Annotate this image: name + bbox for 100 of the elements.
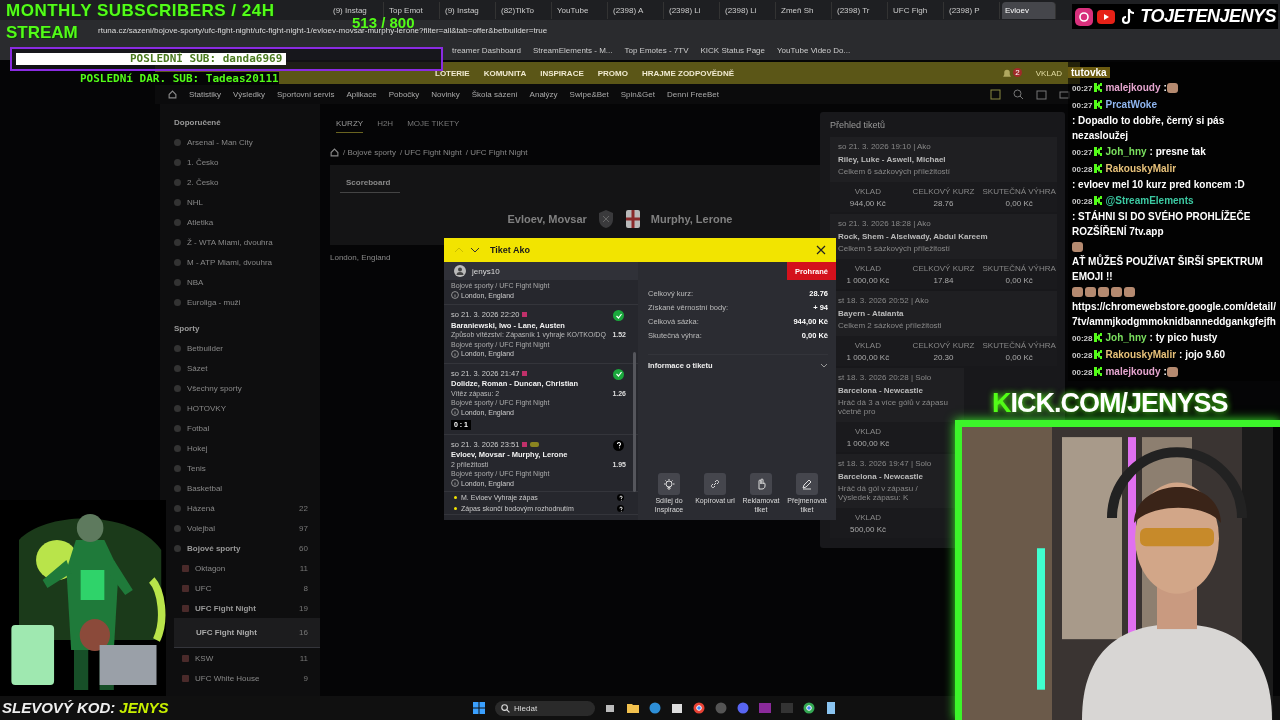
sidebar-item[interactable]: UFC 8 xyxy=(174,578,320,598)
browser-icon[interactable] xyxy=(649,702,661,714)
sidebar-item[interactable]: M - ATP Miami, dvouhra xyxy=(174,252,320,272)
chat-username[interactable]: RakouskyMalir xyxy=(1105,163,1177,174)
message-link[interactable]: https://chromewebstore.google.com/detail/7tv/ammjkodgmmoknidbanneddgankgfejfh xyxy=(1072,299,1277,329)
subnav-link[interactable]: Novinky xyxy=(431,89,460,99)
home-icon[interactable] xyxy=(330,147,339,157)
subnav-link[interactable]: Aplikace xyxy=(346,89,377,99)
sidebar-item[interactable]: Tenis xyxy=(174,458,320,478)
sidebar-item[interactable]: UFC White House 9 xyxy=(174,668,320,688)
nav-link[interactable]: LOTERIE xyxy=(435,68,470,78)
browser-tab[interactable]: (9) Instag xyxy=(442,1,496,19)
chevron-down-icon[interactable] xyxy=(470,246,480,254)
sidebar-item[interactable]: 1. Česko xyxy=(174,152,320,172)
column-label: SKUTEČNÁ VÝHRA xyxy=(982,263,1056,273)
browser-tab[interactable]: (2398) Li xyxy=(666,1,720,19)
content-tab[interactable]: H2H xyxy=(377,119,394,133)
chat-username[interactable]: Joh_hny xyxy=(1105,332,1147,343)
bookmark[interactable]: KICK Status Page xyxy=(700,45,765,55)
nav-link[interactable]: PROMO xyxy=(597,68,628,78)
subnav-link[interactable]: Výsledky xyxy=(233,89,266,99)
chrome-icon[interactable] xyxy=(693,702,705,714)
app-icon[interactable] xyxy=(759,702,771,714)
browser-tab[interactable]: (9) Instag xyxy=(330,1,384,19)
content-tab[interactable]: MOJE TIKETY xyxy=(407,119,460,133)
close-icon[interactable] xyxy=(816,245,826,255)
bookmark[interactable]: treamer Dashboard xyxy=(452,45,521,55)
sidebar-item[interactable]: KSW 11 xyxy=(174,648,320,668)
browser-tab[interactable]: Top Emot xyxy=(386,1,440,19)
search-icon[interactable] xyxy=(1013,88,1024,100)
chat-username[interactable]: RakouskyMalir xyxy=(1105,349,1177,360)
subnav-link[interactable]: Škola sázení xyxy=(471,89,518,99)
subnav-link[interactable]: Sportovní servis xyxy=(277,89,335,99)
start-icon[interactable] xyxy=(473,702,485,714)
sidebar-item[interactable]: Arsenal - Man City xyxy=(174,132,320,152)
subnav-link[interactable]: Statistiky xyxy=(189,89,221,99)
sidebar-item[interactable]: Fotbal xyxy=(174,418,320,438)
browser-tab[interactable]: (82)TikTo xyxy=(498,1,552,19)
bookmark[interactable]: YouTube Video Do... xyxy=(777,45,851,55)
discord-icon[interactable] xyxy=(737,702,749,714)
browser-tab[interactable]: UFC Figh xyxy=(890,1,944,19)
app-icon[interactable] xyxy=(715,702,727,714)
store-icon[interactable] xyxy=(671,702,683,714)
folder-icon[interactable] xyxy=(627,702,639,714)
chat-username[interactable]: @StreamElements xyxy=(1105,195,1194,206)
home-icon[interactable] xyxy=(168,89,177,99)
subnav-link[interactable]: Spin&Get xyxy=(620,89,655,99)
nav-link[interactable]: INSPIRACE xyxy=(540,68,584,78)
sidebar-item[interactable]: Basketbal xyxy=(174,478,320,498)
browser-tab[interactable]: (2398) Li xyxy=(722,1,776,19)
bookmark[interactable]: Top Emotes - 7TV xyxy=(624,45,689,55)
ticket-card[interactable]: so 21. 3. 2026 18:28 | Ako Rock, Shem - Alselwady, Abdul Kareem Celkem 5 sázkových příležitostí VKLAD 1 000,00 Kč CELKOVÝ KURZ 17.84 SKUTEČNÁ VÝHRA 0,00 Kč xyxy=(830,214,1057,289)
sidebar-item[interactable]: Atletika xyxy=(174,212,320,232)
sidebar-item[interactable]: Oktagon 11 xyxy=(174,558,320,578)
browser-tab[interactable]: (2398) A xyxy=(610,1,664,19)
notepad-icon[interactable] xyxy=(825,702,837,714)
browser-tab[interactable]: (2398) P xyxy=(946,1,1000,19)
sidebar-item[interactable]: Házená 22 xyxy=(174,498,320,518)
chat-username[interactable]: malejkoudy xyxy=(1105,366,1161,377)
breadcrumb-link[interactable]: / UFC Fight Night xyxy=(399,147,462,157)
breadcrumb-link[interactable]: / Bojové sporty xyxy=(343,147,396,157)
chat-username[interactable]: malejkoudy xyxy=(1105,82,1161,93)
sidebar-item[interactable]: NBA xyxy=(174,272,320,292)
browser-tab[interactable]: (2398) Tr xyxy=(834,1,888,19)
scrollbar[interactable] xyxy=(633,352,636,492)
sidebar-item[interactable]: UFC Fight Night 19 xyxy=(174,598,320,618)
sidebar-item[interactable]: Volejbal 97 xyxy=(174,518,320,538)
subnav-link[interactable]: Swipe&Bet xyxy=(569,89,609,99)
chrome-icon[interactable] xyxy=(803,702,815,714)
sidebar-item[interactable]: Všechny sporty xyxy=(174,378,320,398)
sidebar-item[interactable]: Betbuilder xyxy=(174,338,320,358)
subnav-link[interactable]: Denní FreeBet xyxy=(667,89,720,99)
sidebar-item[interactable]: Sázet xyxy=(174,358,320,378)
subnav-link[interactable]: Analýzy xyxy=(529,89,558,99)
sidebar-item[interactable]: Euroliga - muži xyxy=(174,292,320,312)
bell-icon[interactable] xyxy=(1002,67,1013,79)
task-view-icon[interactable] xyxy=(605,702,617,714)
browser-tab[interactable]: YouTube xyxy=(554,1,608,19)
nav-link[interactable]: KOMUNITA xyxy=(483,68,527,78)
sidebar-item[interactable]: Hokej xyxy=(174,438,320,458)
bookmark[interactable]: StreamElements - M... xyxy=(532,45,613,55)
nav-link[interactable]: HRAJME ZODPOVĚDNĚ xyxy=(642,68,734,78)
search-field[interactable]: Hledat xyxy=(495,700,595,716)
sidebar-item[interactable]: NHL xyxy=(174,192,320,212)
breadcrumb-link[interactable]: / UFC Fight Night xyxy=(465,147,528,157)
deposit-link[interactable]: VKLAD xyxy=(1035,68,1062,78)
scoreboard-tab[interactable]: Scoreboard xyxy=(340,176,401,193)
sidebar-item[interactable]: HOTOVKY xyxy=(174,398,320,418)
content-tab[interactable]: KURZY xyxy=(336,119,364,133)
chat-username[interactable]: Joh_hny xyxy=(1105,146,1147,157)
sidebar-item[interactable]: UFC Fight Night 16 xyxy=(174,618,320,648)
ticket-card[interactable]: so 21. 3. 2026 19:10 | Ako Riley, Luke - Aswell, Michael Celkem 6 sázkových příležitostí VKLAD 944,00 Kč CELKOVÝ KURZ 28.76 SKUTEČNÁ VÝHRA 0,00 Kč xyxy=(830,137,1057,212)
sidebar-item[interactable]: Ž - WTA Miami, dvouhra xyxy=(174,232,320,252)
ticket-summary: Celkem 2 sázkové příležitosti xyxy=(838,321,943,330)
subnav-link[interactable]: Pobočky xyxy=(388,89,420,99)
chat-username[interactable]: PrcatWoke xyxy=(1105,99,1157,110)
browser-tab[interactable]: Evloev xyxy=(1002,1,1056,19)
sidebar-item[interactable]: Bojové sporty 60 xyxy=(174,538,320,558)
sidebar-item[interactable]: 2. Česko xyxy=(174,172,320,192)
browser-tab[interactable]: Zmeň Sh xyxy=(778,1,832,19)
